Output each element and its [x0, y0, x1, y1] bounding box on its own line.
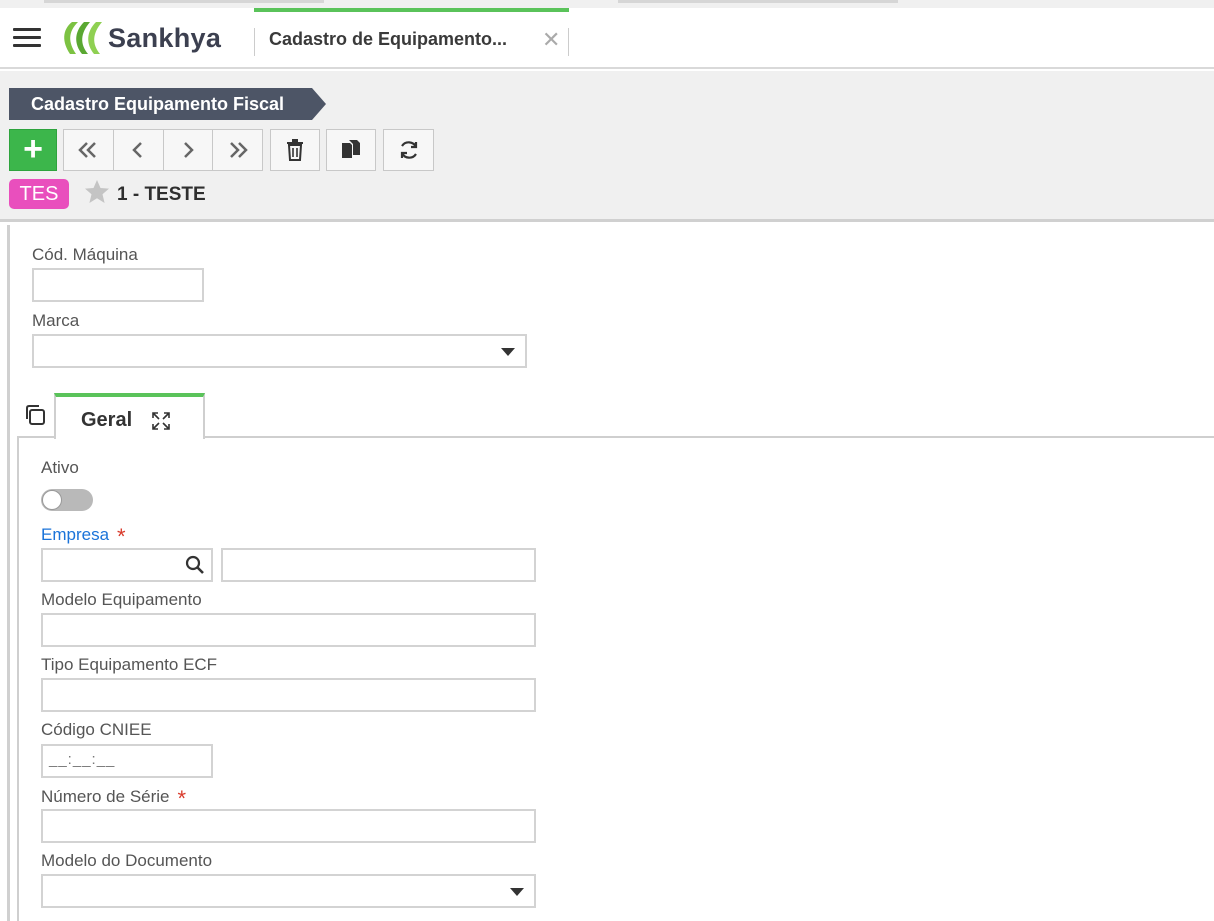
chevron-down-icon [501, 348, 515, 356]
modelo-equipamento-input[interactable] [41, 613, 536, 647]
previous-icon [132, 142, 143, 158]
next-icon [183, 142, 194, 158]
ativo-label: Ativo [41, 458, 79, 477]
app-header: Sankhya Cadastro de Equipamento... ✕ [0, 8, 1214, 69]
codigo-cniee-mask: __:__:__ [49, 751, 116, 768]
brand-name: Sankhya [108, 22, 222, 53]
tipo-equipamento-label: Tipo Equipamento ECF [41, 655, 218, 674]
previous-record-button[interactable] [114, 130, 164, 170]
plus-icon: + [23, 129, 43, 168]
hamburger-menu-icon[interactable] [13, 28, 41, 50]
sankhya-logo-icon [64, 22, 102, 54]
required-marker: * [177, 786, 187, 811]
modelo-documento-select[interactable] [41, 874, 536, 908]
modelo-documento-label: Modelo do Documento [41, 851, 213, 870]
cod-maquina-label: Cód. Máquina [32, 245, 138, 264]
ativo-toggle[interactable] [41, 489, 93, 511]
tab-geral-label: Geral [81, 409, 133, 431]
screen-title: Cadastro Equipamento Fiscal [9, 88, 327, 120]
empresa-code-input[interactable] [41, 548, 213, 582]
next-record-button[interactable] [164, 130, 214, 170]
panel-border [17, 436, 19, 921]
trash-icon [287, 139, 303, 161]
tab-cadastro-equipamento[interactable]: Cadastro de Equipamento... ✕ [254, 8, 569, 69]
duplicate-button[interactable] [326, 129, 376, 171]
toggle-knob [42, 490, 62, 510]
codigo-cniee-label: Código CNIEE [41, 720, 152, 739]
numero-serie-input[interactable] [41, 809, 536, 843]
empresa-name-input[interactable] [221, 548, 536, 582]
brand-logo: Sankhya [58, 20, 221, 56]
empresa-label: Empresa * [41, 524, 126, 550]
favorite-star-icon[interactable] [84, 179, 110, 205]
marca-select[interactable] [32, 334, 527, 368]
toolbar-area: Cadastro Equipamento Fiscal + TES 1 - TE… [0, 71, 1214, 222]
refresh-button[interactable] [383, 129, 434, 171]
record-navigation [63, 129, 263, 171]
tab-geral[interactable]: Geral [54, 393, 205, 439]
last-icon [229, 142, 248, 158]
empresa-label-text: Empresa [41, 525, 110, 544]
refresh-icon [400, 141, 417, 159]
record-title: 1 - TESTE [117, 184, 206, 205]
close-tab-icon[interactable]: ✕ [542, 27, 560, 53]
duplicate-icon [342, 140, 360, 158]
first-icon [78, 142, 97, 158]
delete-button[interactable] [270, 129, 320, 171]
cod-maquina-input[interactable] [32, 268, 204, 302]
expand-icon[interactable] [151, 411, 171, 431]
modelo-equipamento-label: Modelo Equipamento [41, 590, 202, 609]
last-record-button[interactable] [213, 130, 262, 170]
form-frame-border [7, 225, 10, 921]
add-button[interactable]: + [9, 129, 57, 171]
tipo-equipamento-input[interactable] [41, 678, 536, 712]
marca-label: Marca [32, 311, 80, 330]
top-strip [0, 0, 1214, 8]
copy-tabs-icon[interactable] [24, 404, 46, 426]
first-record-button[interactable] [64, 130, 114, 170]
codigo-cniee-input[interactable]: __:__:__ [41, 744, 213, 778]
tab-strip-segment [44, 0, 324, 3]
numero-serie-label-text: Número de Série [41, 787, 170, 806]
chevron-down-icon [510, 888, 524, 896]
tab-strip-segment [618, 0, 898, 3]
search-icon[interactable] [185, 555, 205, 575]
tab-title: Cadastro de Equipamento... [269, 29, 508, 49]
required-marker: * [117, 524, 126, 549]
record-tag-badge: TES [9, 179, 69, 209]
